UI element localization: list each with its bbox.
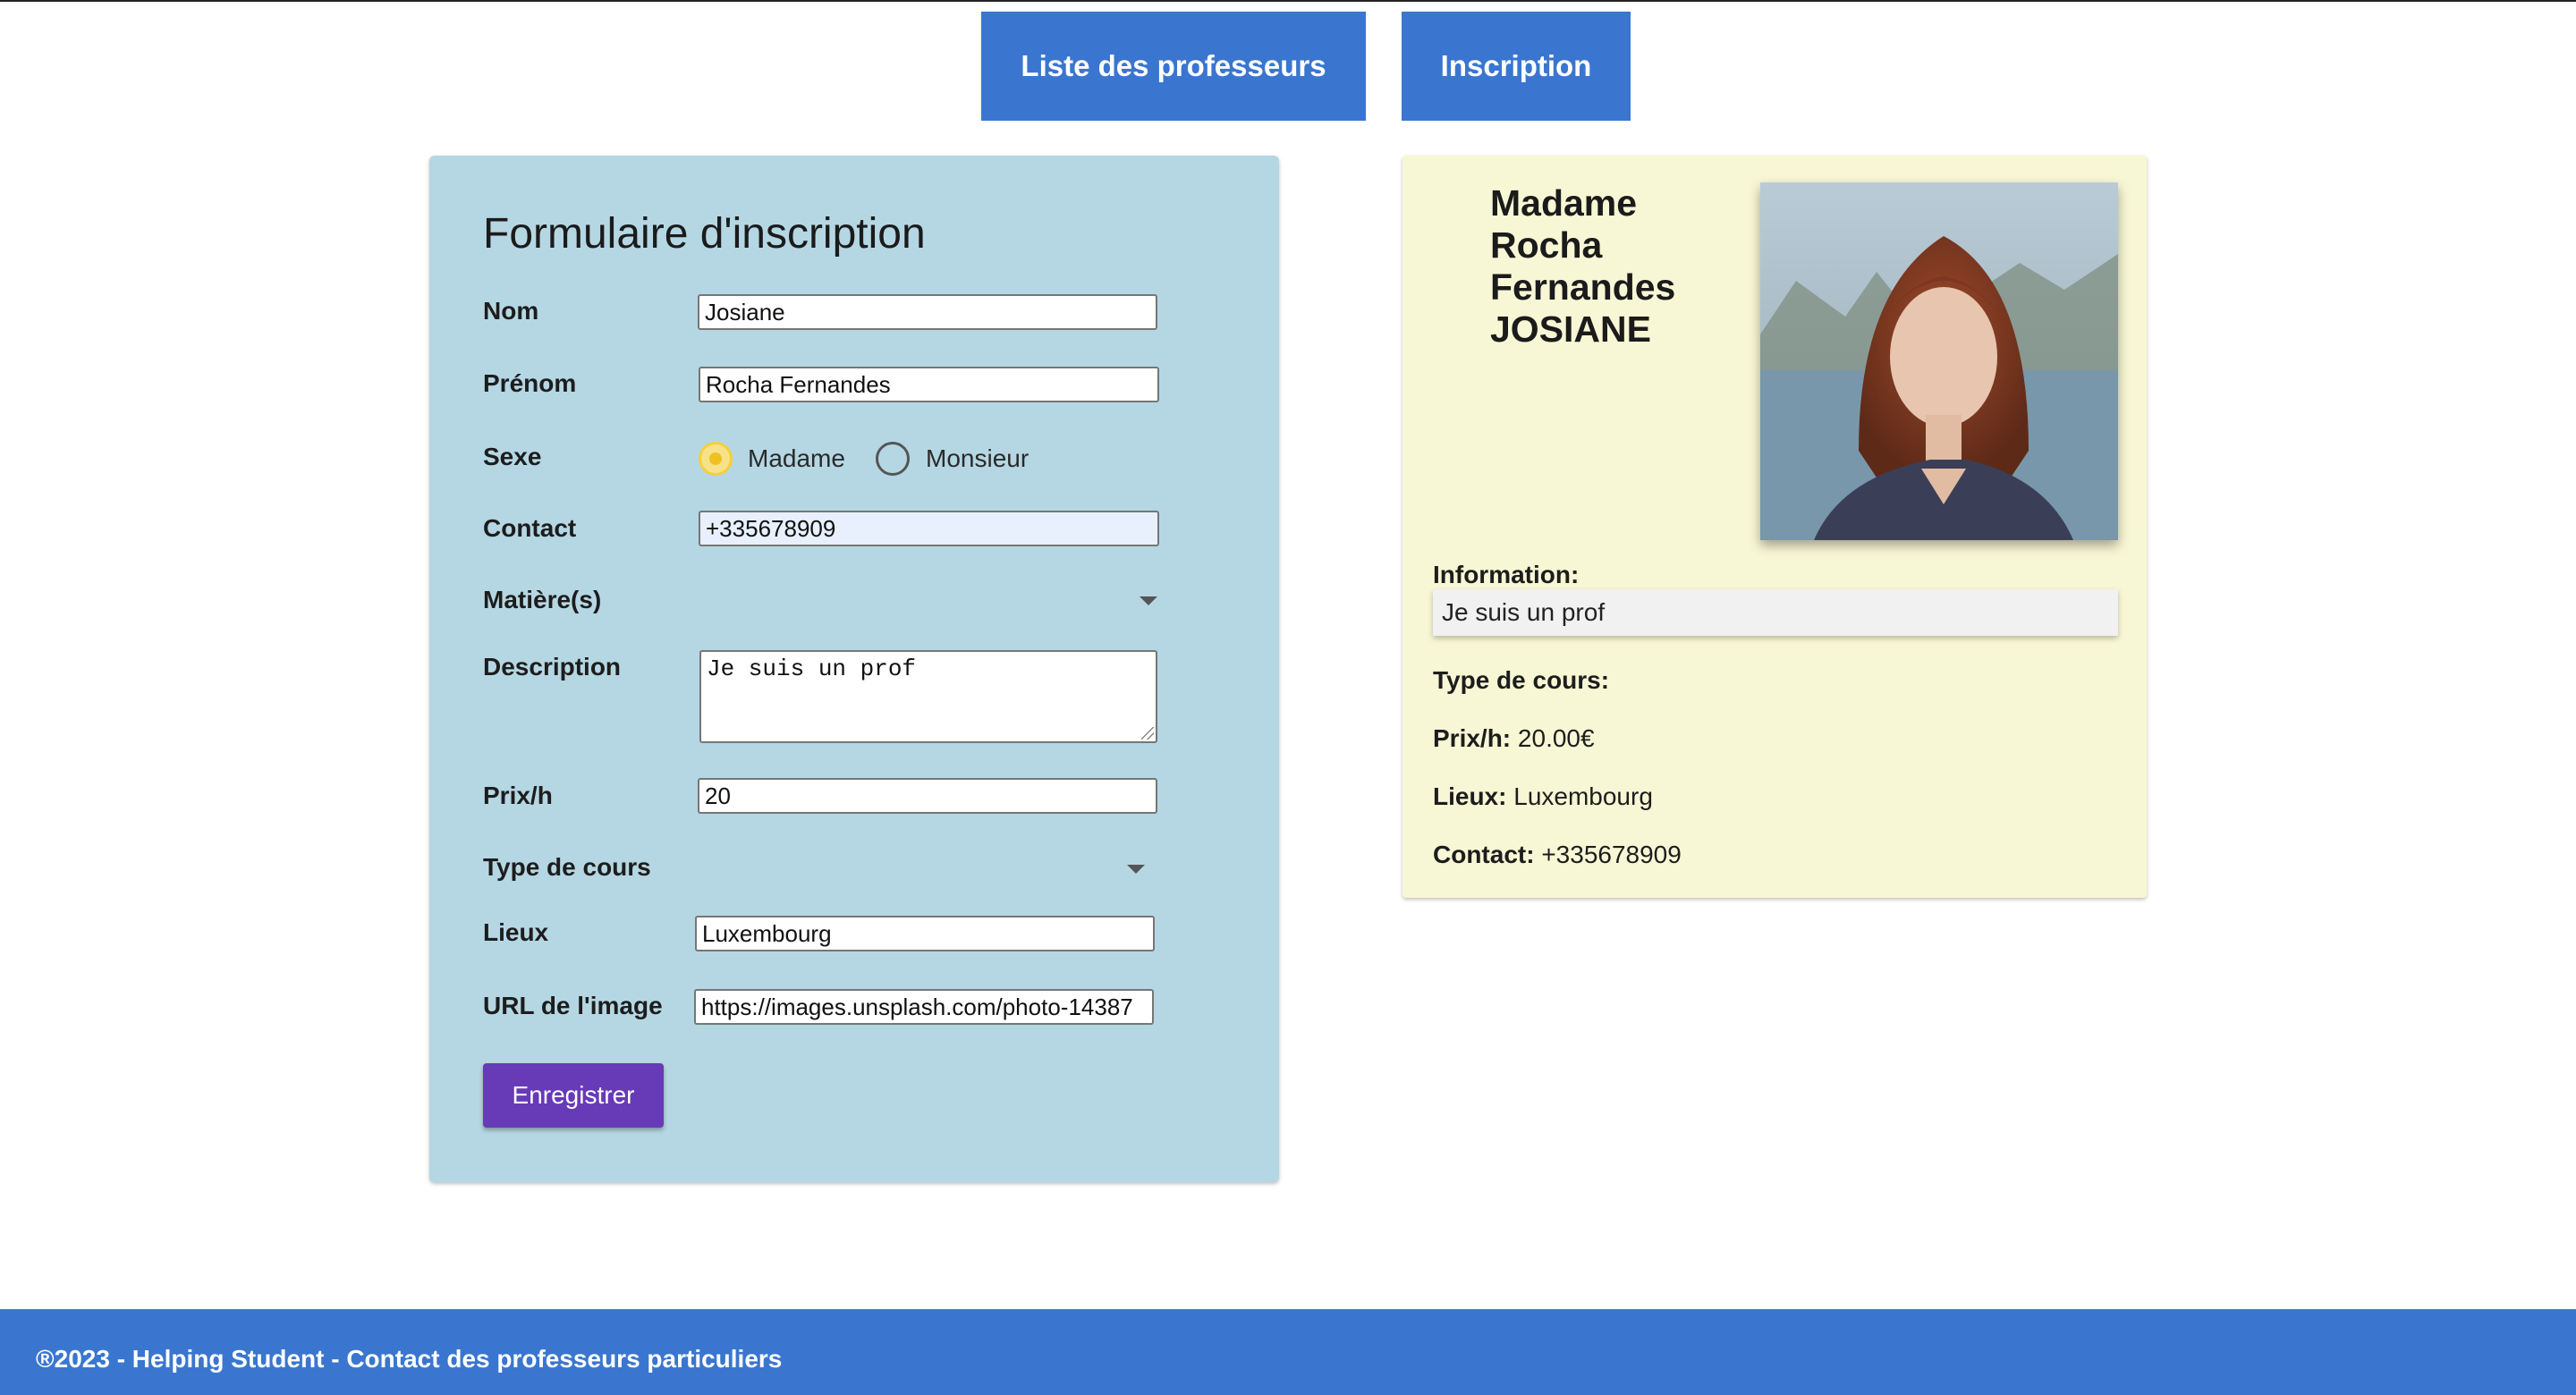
radio-monsieur[interactable]: [876, 442, 910, 476]
resize-grip-icon[interactable]: [1141, 727, 1154, 740]
footer-text: ®2023 - Helping Student - Contact des pr…: [36, 1345, 783, 1373]
preview-lieux: Lieux: Luxembourg: [1433, 782, 1653, 811]
prix-input[interactable]: 20: [698, 778, 1157, 814]
lieux-label: Lieux: [483, 918, 549, 946]
radio-madame[interactable]: [699, 442, 733, 476]
nom-input[interactable]: Josiane: [698, 294, 1157, 330]
preview-type-cours-label: Type de cours:: [1433, 666, 1610, 694]
footer: ®2023 - Helping Student - Contact des pr…: [0, 1309, 2576, 1395]
contact-label: Contact: [483, 514, 577, 542]
preview-prix: Prix/h: 20.00€: [1433, 724, 1595, 753]
preview-contact-label: Contact:: [1433, 841, 1535, 868]
matieres-dropdown-icon[interactable]: [1140, 596, 1157, 605]
preview-name-line-3: JOSIANE: [1490, 309, 1651, 350]
sexe-label: Sexe: [483, 443, 542, 470]
preview-lieux-value: Luxembourg: [1513, 782, 1653, 810]
preview-type-cours: Type de cours:: [1433, 666, 1609, 695]
prenom-label: Prénom: [483, 369, 577, 397]
preview-lieux-label: Lieux:: [1433, 782, 1507, 810]
enregistrer-button[interactable]: Enregistrer: [483, 1063, 664, 1128]
preview-name-line-2: Fernandes: [1490, 266, 1676, 308]
preview-information-value: Je suis un prof: [1442, 598, 1606, 626]
preview-prix-label: Prix/h:: [1433, 724, 1512, 752]
preview-information-label-text: Information:: [1433, 561, 1580, 588]
preview-prix-value: 20.00€: [1517, 724, 1595, 752]
nav-signup-button[interactable]: Inscription: [1402, 12, 1631, 121]
image-url-label: URL de l'image: [483, 992, 663, 1019]
preview-name-line-1: Madame Rocha: [1490, 182, 1638, 266]
lieux-input[interactable]: Luxembourg: [695, 916, 1155, 951]
teacher-preview-card: Madame Rocha Fernandes JOSIANE Informati…: [1402, 156, 2147, 898]
nom-label: Nom: [483, 297, 539, 325]
description-text: Je suis un prof: [707, 655, 917, 682]
top-border: [0, 0, 2576, 2]
type-cours-label: Type de cours: [483, 853, 651, 881]
type-cours-dropdown-icon[interactable]: [1127, 865, 1145, 874]
preview-contact: Contact: +335678909: [1433, 841, 1682, 869]
preview-contact-value: +335678909: [1541, 841, 1682, 868]
matieres-label: Matière(s): [483, 586, 602, 613]
image-url-input[interactable]: https://images.unsplash.com/photo-14387: [694, 989, 1154, 1025]
nav-teacher-list-button[interactable]: Liste des professeurs: [981, 12, 1366, 121]
contact-input[interactable]: +335678909: [699, 511, 1159, 546]
preview-information-label: Information:: [1433, 561, 1579, 589]
registration-form: Formulaire d'inscription Nom Josiane Pré…: [429, 156, 1279, 1182]
prix-label: Prix/h: [483, 782, 553, 809]
radio-madame-label: Madame: [748, 444, 845, 472]
preview-name: Madame Rocha Fernandes JOSIANE: [1490, 182, 1758, 351]
radio-monsieur-label: Monsieur: [926, 444, 1030, 472]
description-label: Description: [483, 653, 622, 681]
form-title: Formulaire d'inscription: [483, 210, 926, 258]
prenom-input[interactable]: Rocha Fernandes: [699, 367, 1159, 402]
preview-information-box: Je suis un prof: [1433, 589, 2118, 636]
description-textarea[interactable]: Je suis un prof: [699, 650, 1157, 743]
teacher-photo: [1760, 182, 2118, 540]
